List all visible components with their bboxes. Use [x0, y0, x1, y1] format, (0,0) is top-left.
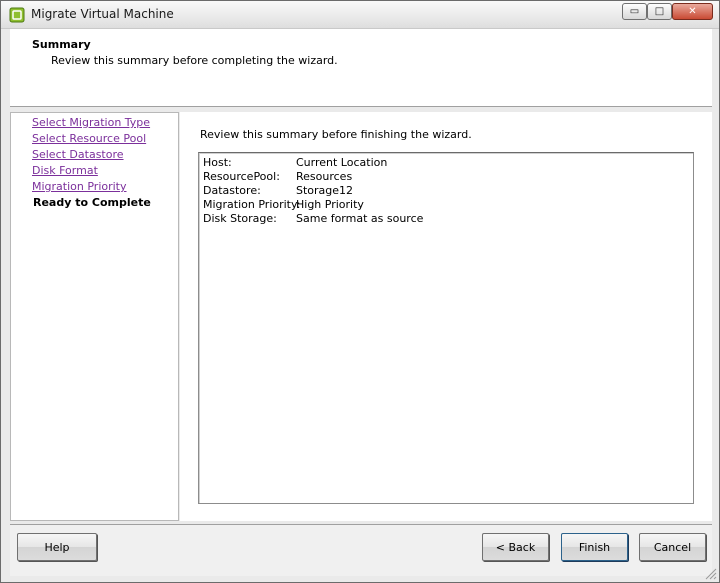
step-migration-priority[interactable]: Migration Priority: [32, 180, 127, 193]
step-select-resource-pool[interactable]: Select Resource Pool: [32, 132, 146, 145]
wizard-footer: Help < Back Finish Cancel: [10, 524, 712, 576]
minimize-icon: ▭: [629, 6, 640, 17]
summary-key: ResourcePool:: [203, 170, 280, 183]
summary-value: High Priority: [296, 198, 364, 211]
summary-key: Datastore:: [203, 184, 261, 197]
window-title: Migrate Virtual Machine: [31, 7, 174, 21]
summary-value: Storage12: [296, 184, 354, 197]
summary-list[interactable]: Host: Current Location ResourcePool: Res…: [198, 152, 694, 504]
resize-grip-icon[interactable]: [705, 568, 717, 580]
finish-button[interactable]: Finish: [561, 533, 628, 561]
summary-value: Resources: [296, 170, 353, 183]
summary-intro: Review this summary before finishing the…: [200, 128, 472, 141]
close-icon: ✕: [688, 6, 697, 17]
wizard-window: Migrate Virtual Machine ▭ □ ✕ Summary Re…: [0, 0, 720, 583]
page-subtitle: Review this summary before completing th…: [51, 54, 338, 67]
wizard-steps-pane: Select Migration Type Select Resource Po…: [10, 112, 179, 521]
vsphere-app-icon: [9, 7, 25, 23]
maximize-icon: □: [654, 6, 665, 17]
help-button[interactable]: Help: [17, 533, 97, 561]
title-bar[interactable]: Migrate Virtual Machine ▭ □ ✕: [1, 1, 719, 29]
summary-key: Disk Storage:: [203, 212, 277, 225]
step-ready-to-complete: Ready to Complete: [33, 196, 151, 209]
minimize-button[interactable]: ▭: [622, 3, 647, 20]
step-select-datastore[interactable]: Select Datastore: [32, 148, 124, 161]
page-title: Summary: [32, 38, 91, 51]
wizard-header: Summary Review this summary before compl…: [10, 29, 712, 107]
maximize-button[interactable]: □: [647, 3, 672, 20]
cancel-button[interactable]: Cancel: [639, 533, 706, 561]
summary-pane: Review this summary before finishing the…: [180, 112, 712, 521]
step-disk-format[interactable]: Disk Format: [32, 164, 98, 177]
summary-key: Migration Priority:: [203, 198, 301, 211]
summary-value: Same format as source: [296, 212, 424, 225]
close-button[interactable]: ✕: [672, 3, 713, 20]
back-button[interactable]: < Back: [482, 533, 549, 561]
summary-key: Host:: [203, 156, 232, 169]
summary-value: Current Location: [296, 156, 388, 169]
step-select-migration-type[interactable]: Select Migration Type: [32, 116, 150, 129]
